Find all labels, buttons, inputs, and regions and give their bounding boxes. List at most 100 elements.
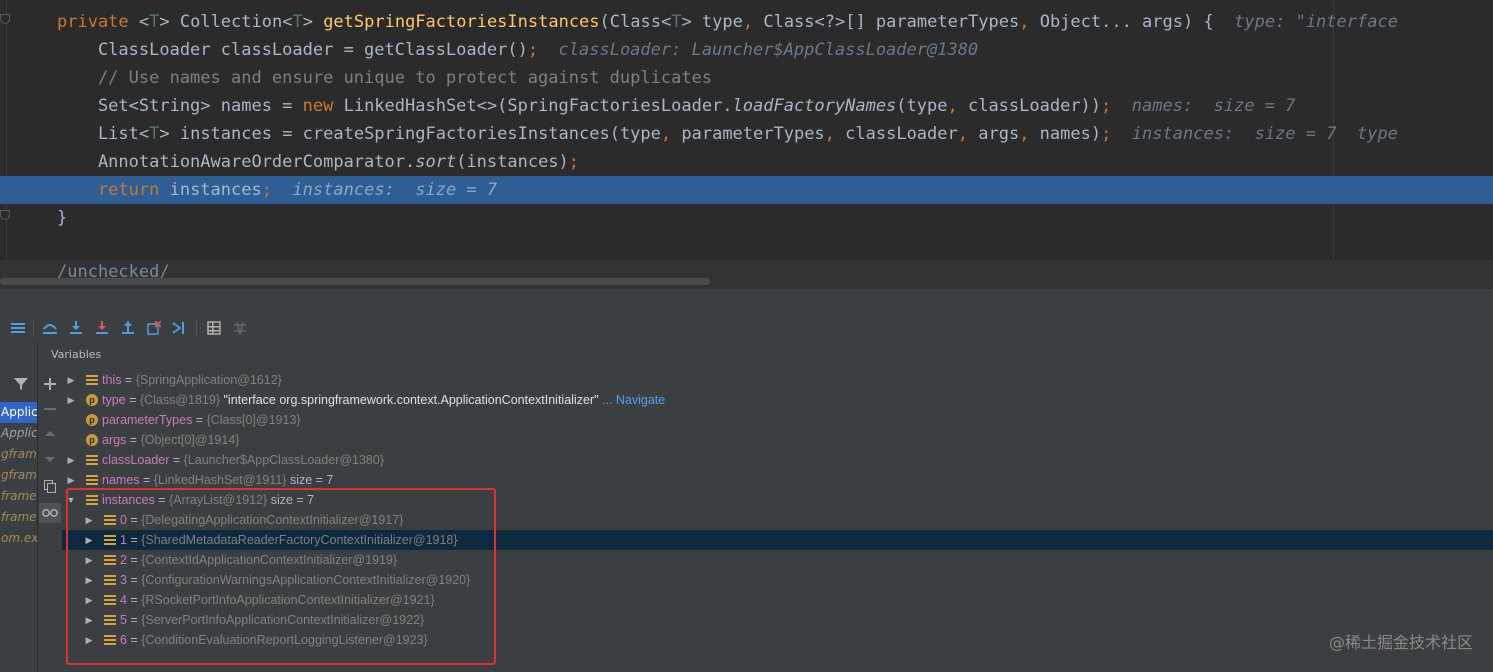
- move-down-icon[interactable]: [41, 450, 59, 468]
- inline-debug-value: classLoader: Launcher$AppClassLoader@138…: [538, 40, 979, 60]
- expand-arrow-icon[interactable]: ▶: [66, 370, 76, 390]
- variable-name: classLoader: [102, 453, 170, 467]
- code-token: loadFactoryNames: [732, 96, 897, 116]
- variable-text: classLoader = {Launcher$AppClassLoader@1…: [102, 453, 384, 467]
- code-token: T: [292, 12, 303, 32]
- run-to-cursor-icon[interactable]: [171, 319, 189, 337]
- code-token: <: [138, 12, 150, 32]
- frame-item[interactable]: framew: [0, 507, 37, 528]
- code-token: > instances = createSpringFactoriesInsta…: [159, 124, 661, 144]
- variable-string-value: "interface org.springframework.context.A…: [223, 393, 599, 407]
- variable-row[interactable]: p parameterTypes = {Class[0]@1913}: [62, 410, 1493, 430]
- parameter-icon: p: [86, 414, 98, 426]
- inline-debug-value: instances: size = 7 type: [1111, 124, 1398, 144]
- frame-item[interactable]: gframew: [0, 465, 37, 486]
- expand-arrow-icon[interactable]: ▶: [66, 390, 76, 410]
- variable-text: this = {SpringApplication@1612}: [102, 373, 282, 387]
- code-editor[interactable]: private <T> Collection<T> getSpringFacto…: [0, 0, 1493, 288]
- code-token: >: [302, 12, 324, 32]
- frame-item[interactable]: gframew: [0, 444, 37, 465]
- variable-name: parameterTypes: [102, 413, 193, 427]
- variable-row[interactable]: ▶ classLoader = {Launcher$AppClassLoader@…: [62, 450, 1493, 470]
- frame-item[interactable]: Applic: [0, 423, 37, 444]
- step-out-icon[interactable]: [119, 319, 137, 337]
- trace-icon[interactable]: [231, 319, 249, 337]
- code-token: T: [671, 12, 682, 32]
- code-line: private <T> Collection<T> getSpringFacto…: [0, 8, 1493, 36]
- variable-name: type: [102, 393, 126, 407]
- code-token: ,: [957, 124, 979, 144]
- code-token: LinkedHashSet<>(SpringFactoriesLoader.: [343, 96, 733, 116]
- code-token: classLoader: [845, 124, 958, 144]
- variable-value: {Launcher$AppClassLoader@1380}: [183, 453, 384, 467]
- variable-name: this: [102, 373, 122, 387]
- variable-row[interactable]: ▶ names = {LinkedHashSet@1911} size = 7: [62, 470, 1493, 490]
- code-token: ;: [1101, 124, 1112, 144]
- collection-size: size = 7: [286, 473, 334, 487]
- code-line: Set<String> names = new LinkedHashSet<>(…: [0, 92, 1493, 120]
- watermark: @稀土掘金技术社区: [1328, 633, 1473, 652]
- field-icon: [86, 474, 98, 486]
- expand-arrow-icon[interactable]: ▶: [66, 470, 76, 490]
- code-token: (Class<: [599, 12, 672, 32]
- variable-value: {Class[0]@1913}: [206, 413, 301, 427]
- code-token: sort: [415, 152, 457, 172]
- copy-icon[interactable]: [41, 477, 59, 495]
- code-token: // Use names and ensure unique to protec…: [57, 68, 713, 88]
- frame-item[interactable]: om.exa: [0, 528, 37, 549]
- variable-value: {Class@1819}: [139, 393, 220, 407]
- code-line: ClassLoader classLoader = getClassLoader…: [0, 36, 1493, 64]
- variable-value: {LinkedHashSet@1911}: [153, 473, 287, 487]
- inline-debug-value: instances: size = 7: [271, 180, 498, 200]
- horizontal-scrollbar[interactable]: [0, 278, 710, 285]
- drop-frame-icon[interactable]: [145, 319, 163, 337]
- code-token: parameterTypes: [681, 124, 825, 144]
- variable-row[interactable]: ▶ p type = {Class@1819} "interface org.spr…: [62, 390, 1493, 410]
- code-token: > type: [681, 12, 743, 32]
- code-token: names): [1039, 124, 1102, 144]
- debugger-toolbar: [0, 288, 1493, 342]
- code-line: // Use names and ensure unique to protec…: [0, 64, 1493, 92]
- code-token: (instances): [456, 152, 569, 172]
- variable-row[interactable]: p args = {Object[0]@1914}: [62, 430, 1493, 450]
- field-icon: [86, 454, 98, 466]
- remove-watch-icon[interactable]: [41, 400, 59, 418]
- frame-item[interactable]: framew: [0, 486, 37, 507]
- expand-arrow-icon[interactable]: ▶: [66, 450, 76, 470]
- watches-glasses-icon[interactable]: [39, 503, 61, 523]
- variable-name: names: [102, 473, 140, 487]
- step-over-icon[interactable]: [41, 319, 59, 337]
- step-into-icon[interactable]: [67, 319, 85, 337]
- add-watch-icon[interactable]: [41, 375, 59, 393]
- filter-icon[interactable]: [14, 377, 28, 395]
- code-line: List<T> instances = createSpringFactorie…: [0, 120, 1493, 148]
- evaluate-icon[interactable]: [205, 319, 223, 337]
- code-token: instances: [169, 180, 262, 200]
- code-token: ,: [660, 124, 682, 144]
- code-token: Class<?>[] parameterTypes: [763, 12, 1020, 32]
- parameter-icon: p: [86, 394, 98, 406]
- code-token: List<: [57, 124, 150, 144]
- variable-text: names = {LinkedHashSet@1911} size = 7: [102, 473, 334, 487]
- code-token: Set<String> names =: [57, 96, 303, 116]
- variable-text: type = {Class@1819} "interface org.sprin…: [102, 393, 666, 407]
- variable-text: args = {Object[0]@1914}: [102, 433, 240, 447]
- variables-header: Variables: [51, 348, 102, 361]
- annotation-highlight-box: [66, 488, 496, 665]
- force-step-into-icon[interactable]: [93, 319, 111, 337]
- variable-value: {Object[0]@1914}: [140, 433, 240, 447]
- variable-row[interactable]: ▶ this = {SpringApplication@1612}: [62, 370, 1493, 390]
- move-up-icon[interactable]: [41, 425, 59, 443]
- code-token: private: [57, 12, 139, 32]
- navigate-link[interactable]: ... Navigate: [602, 393, 665, 407]
- code-token: return: [57, 180, 170, 200]
- toolbar-separator: [33, 321, 34, 335]
- menu-icon[interactable]: [9, 319, 27, 337]
- variable-value: {SpringApplication@1612}: [135, 373, 282, 387]
- frame-item[interactable]: Applic: [0, 402, 37, 423]
- code-token: args: [978, 124, 1020, 144]
- code-token: ,: [742, 12, 764, 32]
- variables-side-toolbar: [38, 342, 62, 672]
- code-token: ;: [527, 40, 539, 60]
- code-token: ,: [824, 124, 846, 144]
